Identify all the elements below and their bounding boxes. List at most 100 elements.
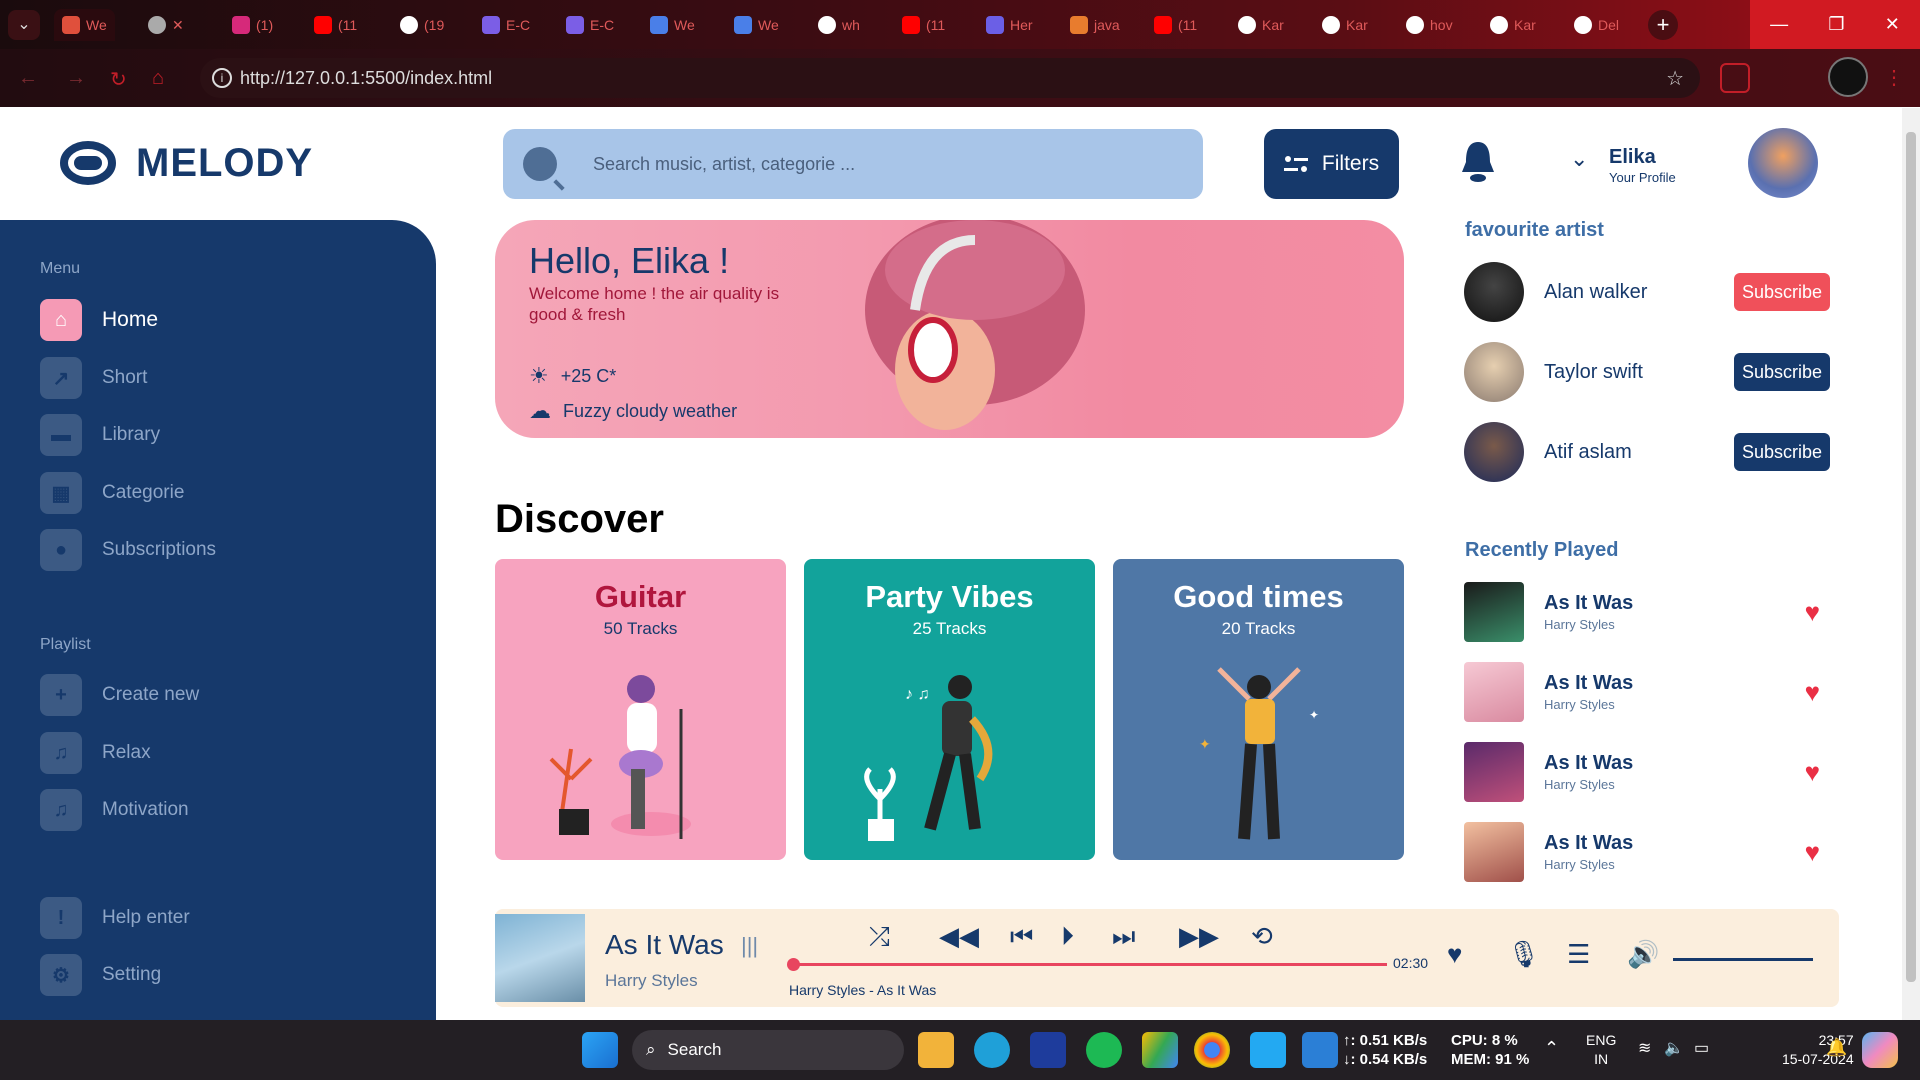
page-scrollbar[interactable] [1902,108,1920,1020]
bell-icon[interactable] [1460,140,1496,184]
heart-icon[interactable]: ♥ [1805,597,1820,628]
category-card-party-vibes[interactable]: Party Vibes 25 Tracks ♪ ♫ [804,559,1095,860]
language-indicator[interactable]: ENG IN [1586,1031,1616,1069]
speaker-icon[interactable]: 🔈 [1664,1038,1684,1058]
battery-icon[interactable]: ▭ [1694,1038,1709,1058]
sidebar-item-library[interactable]: ▬ Library [40,414,160,456]
next-icon[interactable]: ⏭ [1112,921,1135,953]
browser-tab[interactable]: E-C [474,9,538,41]
progress-bar[interactable] [787,958,1387,971]
app-l-icon[interactable] [1030,1032,1066,1068]
sidebar-item-create-new[interactable]: + Create new [40,674,199,716]
sidebar-item-motivation[interactable]: ♫ Motivation [40,789,189,831]
scrollbar-thumb[interactable] [1906,132,1916,982]
notification-icon[interactable]: 🔔 [1826,1038,1847,1058]
play-icon[interactable]: ⏵ [1061,921,1074,953]
artist-row[interactable]: Alan walker Subscribe [1464,262,1830,322]
browser-tab[interactable]: ✕ [140,9,192,41]
browser-tab[interactable]: java [1062,9,1128,41]
new-tab-button[interactable]: + [1648,10,1678,40]
browser-tab[interactable]: Kar [1482,9,1544,41]
forward-icon[interactable]: → [66,67,86,90]
previous-icon[interactable]: ⏮ [1010,921,1033,953]
heart-icon[interactable]: ♥ [1805,757,1820,788]
artist-row[interactable]: Atif aslam Subscribe [1464,422,1830,482]
avatar[interactable] [1748,128,1818,198]
chrome-icon[interactable] [1194,1032,1230,1068]
maximize-button[interactable]: ❐ [1828,14,1844,35]
bookmark-star-icon[interactable]: ☆ [1666,66,1684,91]
file-explorer-icon[interactable] [918,1032,954,1068]
browser-tab[interactable]: Her [978,9,1041,41]
sidebar-item-categorie[interactable]: ▦ Categorie [40,472,184,514]
profile-avatar[interactable] [1828,57,1868,97]
close-window-button[interactable]: ✕ [1885,14,1900,35]
browser-tab[interactable]: (1) [224,9,281,41]
browser-tab[interactable]: We [54,9,115,41]
category-card-guitar[interactable]: Guitar 50 Tracks [495,559,786,860]
heart-icon[interactable]: ♥ [1805,837,1820,868]
chevron-up-icon[interactable]: ⌃ [1544,1038,1559,1059]
repeat-icon[interactable]: ⟲ [1251,921,1273,952]
volume-icon[interactable]: 🔊 [1627,939,1659,970]
browser-tab[interactable]: Kar [1314,9,1376,41]
search-bar[interactable]: Search music, artist, categorie ... [503,129,1203,199]
vscode-icon[interactable] [1250,1032,1286,1068]
subscribe-button[interactable]: Subscribe [1734,353,1830,391]
browser-tab[interactable]: (11 [306,9,365,41]
volume-slider[interactable] [1673,958,1813,961]
recent-track-row[interactable]: As It Was Harry Styles ♥ [1464,662,1830,722]
sidebar-item-relax[interactable]: ♫ Relax [40,732,151,774]
filters-button[interactable]: Filters [1264,129,1399,199]
browser-tab[interactable]: hov [1398,9,1461,41]
browser-tab[interactable]: E-C [558,9,622,41]
back-icon[interactable]: ← [18,67,38,90]
edge-icon[interactable] [974,1032,1010,1068]
browser-menu-icon[interactable]: ⋮ [1884,65,1904,90]
reload-icon[interactable]: ↻ [110,67,127,92]
site-info-icon[interactable]: i [212,68,232,88]
recent-track-row[interactable]: As It Was Harry Styles ♥ [1464,742,1830,802]
sidebar-item-help[interactable]: ! Help enter [40,897,190,939]
sidebar-item-home[interactable]: ⌂ Home [40,299,158,341]
tab-menu-button[interactable]: ⌄ [8,10,40,40]
sidebar-item-subscriptions[interactable]: ● Subscriptions [40,529,216,571]
photos-icon[interactable] [1302,1032,1338,1068]
category-card-good-times[interactable]: Good times 20 Tracks ✦ ✦ [1113,559,1404,860]
copilot-icon[interactable] [1862,1032,1898,1068]
heart-icon[interactable]: ♥ [1805,677,1820,708]
chevron-down-icon[interactable]: ⌄ [1570,146,1588,172]
spotify-icon[interactable] [1086,1032,1122,1068]
taskbar-search[interactable]: ⌕ Search [632,1030,904,1070]
search-input[interactable]: Search music, artist, categorie ... [593,154,855,175]
user-profile[interactable]: Elika Your Profile [1609,146,1676,185]
sidebar-item-short[interactable]: ↗ Short [40,357,147,399]
browser-tab[interactable]: Kar [1230,9,1292,41]
fast-forward-icon[interactable]: ▶▶ [1179,921,1219,952]
google-drive-icon[interactable] [1142,1032,1178,1068]
queue-icon[interactable]: ☰ [1567,939,1590,970]
windows-start-icon[interactable] [582,1032,618,1068]
subscribe-button[interactable]: Subscribe [1734,273,1830,311]
progress-handle[interactable] [787,958,800,971]
minimize-button[interactable]: — [1770,14,1788,35]
browser-tab[interactable]: wh [810,9,868,41]
wifi-icon[interactable]: ≋ [1638,1038,1651,1058]
shuffle-icon[interactable]: ⤮ [869,921,890,953]
microphone-icon[interactable]: 🎙 [1507,939,1540,970]
extension-icon[interactable] [1720,63,1750,93]
sidebar-item-setting[interactable]: ⚙ Setting [40,954,161,996]
browser-tab[interactable]: We [642,9,703,41]
home-icon[interactable]: ⌂ [152,67,164,90]
subscribe-button[interactable]: Subscribe [1734,433,1830,471]
browser-tab[interactable]: (11 [1146,9,1205,41]
browser-tab[interactable]: Del [1566,9,1627,41]
recent-track-row[interactable]: As It Was Harry Styles ♥ [1464,822,1830,882]
url-input[interactable]: i http://127.0.0.1:5500/index.html ☆ [200,58,1700,98]
artist-row[interactable]: Taylor swift Subscribe [1464,342,1830,402]
browser-tab[interactable]: (11 [894,9,953,41]
rewind-icon[interactable]: ◀◀ [939,921,979,952]
browser-tab[interactable]: (19 [392,9,452,41]
heart-icon[interactable]: ♥ [1447,939,1462,970]
browser-tab[interactable]: We [726,9,787,41]
